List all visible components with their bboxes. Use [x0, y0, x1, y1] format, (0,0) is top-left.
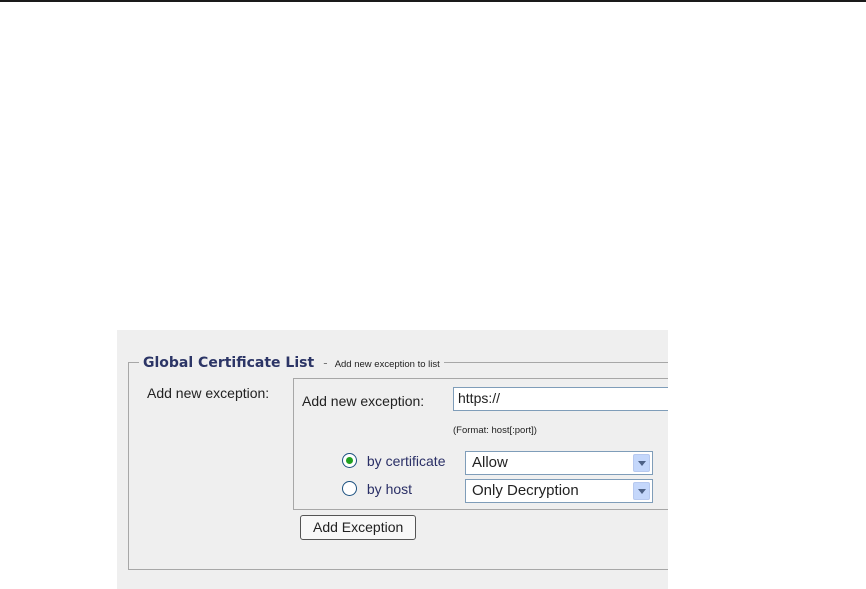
fieldset-legend: Global Certificate List - Add new except…: [139, 352, 444, 371]
top-rule: [0, 0, 866, 2]
legend-separator: -: [323, 356, 328, 370]
radio-checked-icon[interactable]: [342, 453, 357, 468]
radio-by-certificate[interactable]: by certificate: [342, 453, 445, 469]
radio-label-by-certificate: by certificate: [366, 453, 446, 469]
fieldset-border-bottom: [128, 569, 668, 570]
legend-title: Global Certificate List: [143, 355, 315, 371]
chevron-down-icon[interactable]: [633, 482, 650, 500]
host-action-value: Only Decryption: [472, 482, 579, 499]
chevron-down-icon[interactable]: [633, 454, 650, 472]
url-field-label: Add new exception:: [302, 393, 425, 409]
format-hint: (Format: host[:port]): [453, 425, 537, 436]
certificate-action-select[interactable]: Allow: [465, 451, 653, 475]
global-certificate-panel: Global Certificate List - Add new except…: [117, 330, 668, 589]
fieldset-border-left: [128, 362, 129, 570]
radio-by-host[interactable]: by host: [342, 481, 412, 497]
host-action-select[interactable]: Only Decryption: [465, 479, 653, 503]
radio-label-by-host: by host: [366, 481, 413, 497]
legend-subtitle: Add new exception to list: [334, 359, 440, 370]
add-exception-button[interactable]: Add Exception: [300, 515, 417, 540]
certificate-action-value: Allow: [472, 454, 508, 471]
exception-form-box: Add new exception: https:// (Format: hos…: [293, 378, 668, 510]
add-exception-row-label: Add new exception:: [147, 385, 270, 401]
radio-unchecked-icon[interactable]: [342, 481, 357, 496]
exception-url-input[interactable]: https://: [453, 387, 668, 411]
